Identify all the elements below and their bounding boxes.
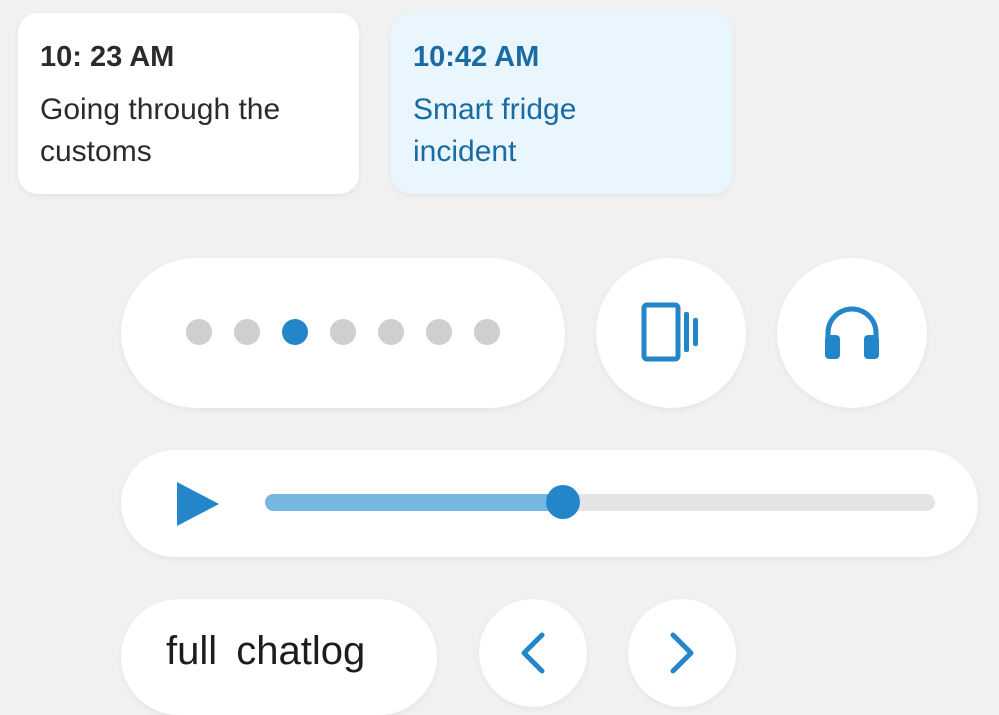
audio-button[interactable] <box>777 258 927 408</box>
page-dot-active[interactable] <box>282 319 308 345</box>
message-time: 10: 23 AM <box>40 41 175 73</box>
message-time: 10:42 AM <box>413 41 540 73</box>
next-button[interactable] <box>628 599 736 707</box>
full-chatlog-label: full chatlog <box>166 629 366 673</box>
progress-thumb[interactable] <box>546 485 581 519</box>
headphones-icon <box>825 306 879 359</box>
previous-button[interactable] <box>479 599 587 707</box>
page-dot[interactable] <box>378 319 404 345</box>
page-dot[interactable] <box>474 319 500 345</box>
play-button[interactable] <box>173 479 223 529</box>
page-dots <box>186 319 500 345</box>
page-dot[interactable] <box>186 319 212 345</box>
page-dot[interactable] <box>426 319 452 345</box>
transcript-button[interactable] <box>596 258 746 408</box>
play-icon <box>177 482 219 526</box>
message-text: Going through the customs <box>40 93 281 168</box>
progress-fill <box>265 494 564 511</box>
message-text: Smart fridge incident <box>413 93 577 168</box>
chevron-left-icon <box>521 632 545 674</box>
page-dot[interactable] <box>234 319 260 345</box>
page-dot[interactable] <box>330 319 356 345</box>
chevron-right-icon <box>670 632 694 674</box>
message-card-customs[interactable]: 10: 23 AM Going through the customs <box>18 13 359 194</box>
progress-track[interactable] <box>265 485 935 519</box>
message-card-smart-fridge[interactable]: 10:42 AM Smart fridge incident <box>391 13 733 194</box>
full-chatlog-button[interactable]: full chatlog <box>121 599 437 715</box>
audio-player <box>121 450 978 557</box>
page-indicator <box>121 258 565 408</box>
phone-with-lines-icon <box>641 302 698 362</box>
